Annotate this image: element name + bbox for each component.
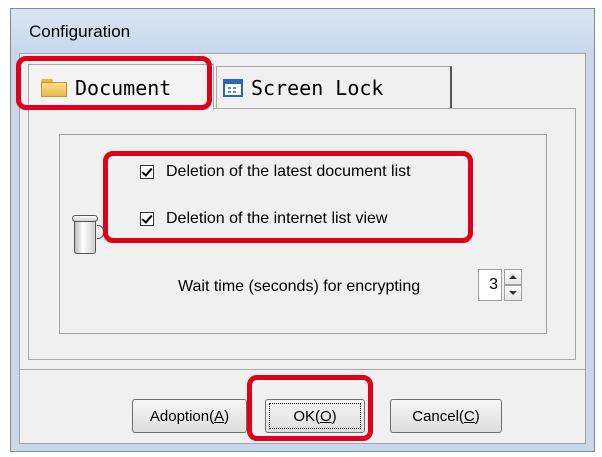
spin-up-button[interactable] bbox=[504, 269, 522, 285]
options-group: Deletion of the latest document list Del… bbox=[59, 134, 547, 334]
tab-screen-lock-label: Screen Lock bbox=[251, 75, 384, 100]
tab-document-label: Document bbox=[75, 75, 172, 100]
title-bar: Configuration bbox=[11, 9, 594, 53]
ok-suffix: ) bbox=[331, 407, 337, 425]
arrow-up-icon bbox=[509, 275, 517, 279]
wait-time-spinner[interactable]: 3 bbox=[478, 269, 526, 303]
cancel-button[interactable]: Cancel(C) bbox=[390, 399, 502, 433]
adoption-accel: A bbox=[214, 407, 225, 425]
option-delete-latest-document-list-label: Deletion of the latest document list bbox=[166, 163, 411, 180]
option-delete-internet-list-view-label: Deletion of the internet list view bbox=[166, 210, 388, 227]
tab-document[interactable]: Document bbox=[28, 64, 214, 110]
option-delete-internet-list-view[interactable]: Deletion of the internet list view bbox=[140, 210, 387, 228]
wait-time-label: Wait time (seconds) for encrypting bbox=[178, 278, 421, 295]
configuration-dialog: Configuration Document Screen Lock Delet… bbox=[10, 8, 595, 452]
cancel-label: Cancel( bbox=[412, 407, 464, 425]
adoption-button[interactable]: Adoption(A) bbox=[132, 399, 247, 433]
checkbox-delete-latest-document-list[interactable] bbox=[140, 165, 154, 179]
window-title: Configuration bbox=[29, 22, 131, 41]
option-delete-latest-document-list[interactable]: Deletion of the latest document list bbox=[140, 163, 411, 181]
window-icon bbox=[223, 78, 243, 97]
adoption-label: Adoption( bbox=[149, 407, 215, 425]
wait-time-value[interactable]: 3 bbox=[478, 269, 502, 301]
ok-accel: O bbox=[320, 407, 332, 425]
folder-icon bbox=[41, 78, 67, 97]
checkbox-delete-internet-list-view[interactable] bbox=[140, 212, 154, 226]
cancel-suffix: ) bbox=[474, 407, 480, 425]
adoption-suffix: ) bbox=[224, 407, 230, 425]
cancel-accel: C bbox=[463, 407, 475, 425]
ok-label: OK( bbox=[293, 407, 320, 425]
dialog-client-area: Document Screen Lock Deletion of the lat… bbox=[19, 53, 586, 444]
tab-screen-lock[interactable]: Screen Lock bbox=[216, 66, 452, 108]
ok-button[interactable]: OK(O) bbox=[265, 399, 365, 433]
button-separator bbox=[20, 369, 585, 370]
document-tab-panel: Deletion of the latest document list Del… bbox=[28, 108, 576, 360]
arrow-down-icon bbox=[509, 291, 517, 295]
spin-down-button[interactable] bbox=[504, 285, 522, 301]
trash-can-icon bbox=[72, 215, 104, 255]
